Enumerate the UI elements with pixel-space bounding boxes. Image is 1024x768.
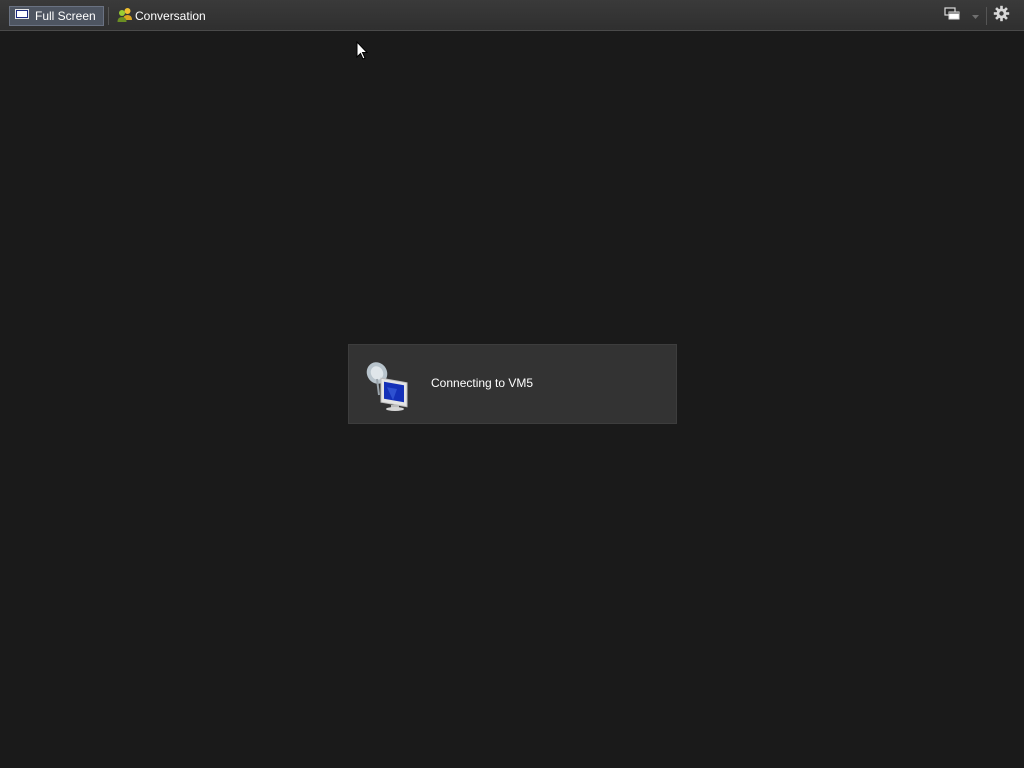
window-switch-dropdown[interactable] — [971, 6, 980, 26]
fullscreen-label: Full Screen — [35, 9, 96, 23]
connecting-dialog: Connecting to VM5 — [348, 344, 677, 424]
gear-icon — [993, 5, 1010, 27]
people-icon — [117, 7, 133, 25]
mouse-pointer-icon — [356, 40, 369, 65]
window-switch-button[interactable] — [944, 6, 960, 26]
remote-connection-icon — [363, 359, 413, 411]
toolbar-separator — [108, 7, 109, 25]
settings-button[interactable] — [993, 5, 1010, 27]
fullscreen-button[interactable]: Full Screen — [9, 6, 104, 26]
toolbar-separator — [986, 7, 987, 25]
chevron-down-icon — [971, 7, 980, 25]
conversation-button[interactable]: Conversation — [116, 6, 206, 26]
connecting-message: Connecting to VM5 — [431, 376, 534, 390]
conversation-label: Conversation — [135, 9, 206, 23]
top-toolbar: Full Screen Conversation — [0, 0, 1024, 31]
windows-icon — [944, 7, 960, 25]
monitor-icon — [15, 9, 29, 23]
